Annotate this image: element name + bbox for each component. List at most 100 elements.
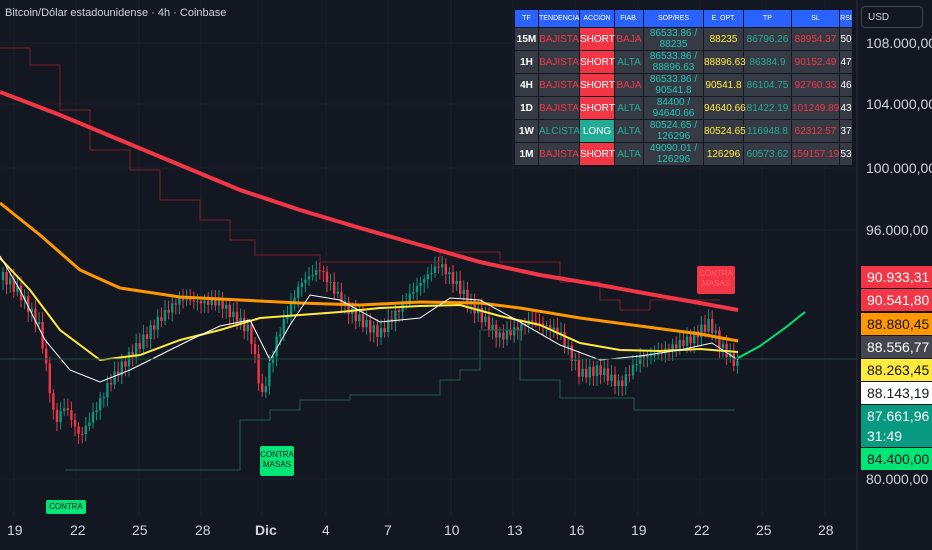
candle-body [174,303,177,305]
candle-body [610,374,613,381]
cell-action: SHORT [579,27,615,51]
x-axis-label: 28 [195,522,211,538]
candle-body [106,383,109,398]
candle-body [73,419,77,427]
candle-body [372,325,375,333]
x-axis-label: 16 [569,522,585,538]
cell-eopt: 88896.63 [703,50,746,74]
candle-body [257,353,260,384]
candle-body [433,266,437,274]
candle-body [455,280,458,285]
signals-table: TF TENDENCIA ACCIÓN FIAB. SOP/RES E. OPT… [514,9,853,166]
cell-sl: 92760.33 [791,73,840,97]
candle-body [171,303,174,313]
cell-rsi: 50 [839,27,853,51]
table-header: TF [514,9,539,28]
currency-selector[interactable]: USD [861,6,923,28]
candle-body [718,330,721,349]
candle-body [484,316,487,323]
candle-body [81,433,84,435]
candle-body [307,276,311,280]
cell-trend: BAJISTA [538,96,580,120]
table-row: 1W ALCISTA LONG ALTA 80524.65 / 126296 8… [514,119,853,143]
cell-tf: 4H [514,73,539,97]
price-label: 84.400,00 [861,448,932,470]
candle-body [649,355,653,357]
price-label: 88.556,77 [861,336,932,358]
x-axis-label: Dic [255,522,277,538]
candle-body [88,422,91,426]
x-axis-label: 19 [631,522,647,538]
candle-body [207,300,210,305]
candle-body [451,272,455,285]
candle-body [685,336,689,346]
candle-body [567,345,570,347]
candle-body [142,334,145,349]
candle-body [336,291,339,294]
candle-body [426,274,429,280]
candle-body [423,279,426,283]
candle-body [419,282,422,287]
candle-body [495,324,498,338]
candle-body [196,300,199,302]
candle-body [592,366,595,377]
candle-body [9,278,12,285]
cell-rsi: 37 [839,119,853,143]
ema-yellow-line [0,257,739,362]
table-row: 1H BAJISTA SHORT ALTA 86533.86 / 88896.6… [514,50,853,74]
table-header: SL [791,9,840,28]
candle-body [621,380,624,387]
candle-body [545,325,548,327]
cell-action: SHORT [579,142,615,166]
y-axis-label: 80.000,00 [866,471,929,487]
price-label: 88.143,19 [861,382,932,404]
candle-body [678,340,681,349]
candle-body [639,355,642,365]
candle-body [628,374,631,376]
y-axis-label: 104.000,00 [866,96,932,112]
cell-trend: BAJISTA [538,73,580,97]
cell-sopres: 86533.86 / 88896.63 [643,50,704,74]
cell-eopt: 88235 [703,27,744,51]
candle-body [613,374,617,386]
cell-rsi: 46 [839,73,853,97]
cell-tf: 1H [514,50,539,74]
cell-fiab: ALTA [614,119,644,143]
candle-body [203,300,206,304]
candle-body [721,343,725,349]
x-axis-label: 10 [444,522,460,538]
candle-body [315,270,318,275]
candle-body [160,317,163,321]
candle-body [711,319,714,333]
candle-body [631,365,635,376]
cell-rsi: 43 [839,96,853,120]
cell-sl: 62312.57 [791,119,840,143]
candle-body [138,343,141,349]
x-axis-label: 22 [70,522,86,538]
chart-title: Bitcoin/Dólar estadounidense · 4h · Coin… [5,7,227,19]
candle-body [329,281,332,283]
candle-body [300,283,303,287]
candle-body [318,270,321,272]
candle-body [369,320,372,333]
candle-body [595,365,599,377]
candle-body [59,410,62,422]
candle-body [124,361,127,367]
candle-body [91,412,95,423]
candle-body [732,353,735,366]
candle-body [379,328,383,337]
countdown-label: 31:49 [861,425,932,447]
candle-body [689,336,692,344]
candle-body [261,383,264,393]
candle-body [487,316,491,331]
candle-body [563,332,566,346]
candle-body [282,319,285,335]
candle-body [225,304,228,309]
cell-tf: 1W [514,119,539,143]
cell-sopres: 49090.01 / 126296 [643,142,704,166]
x-axis-label: 7 [384,522,392,538]
cell-sl: 159157.19 [791,142,840,166]
candle-body [192,300,195,302]
candle-body [505,330,509,340]
cell-eopt: 80524.65 [703,119,746,143]
